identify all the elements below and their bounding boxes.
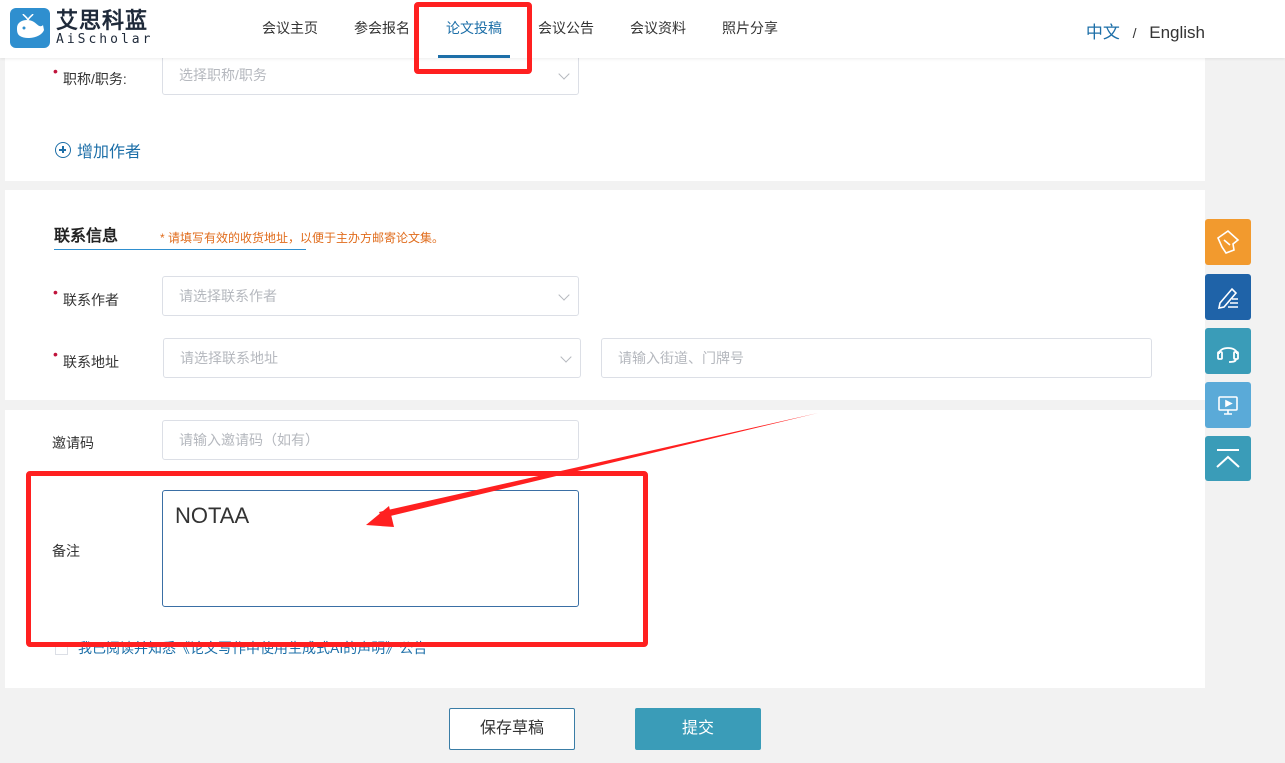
title-select[interactable]: 选择职称/职务 bbox=[162, 55, 579, 95]
contact-section-title: 联系信息 bbox=[54, 228, 119, 245]
contact-address-select[interactable]: 请选择联系地址 bbox=[163, 338, 581, 378]
contact-author-select[interactable]: 请选择联系作者 bbox=[162, 276, 579, 316]
section-underline bbox=[54, 249, 306, 250]
nav-materials[interactable]: 会议资料 bbox=[612, 0, 704, 58]
lang-separator: / bbox=[1132, 25, 1137, 41]
author-panel: 职称/职务: 选择职称/职务 增加作者 bbox=[5, 55, 1205, 181]
agreement-checkbox[interactable] bbox=[55, 641, 68, 655]
pen-icon[interactable] bbox=[1205, 274, 1251, 320]
add-author-button[interactable]: 增加作者 bbox=[55, 138, 141, 162]
whale-logo-icon bbox=[10, 8, 50, 48]
chevron-down-icon bbox=[558, 289, 570, 301]
other-info-panel: 邀请码 请输入邀请码（如有） 备注 我已阅读并知悉《论文写作中使用生成式AI的声… bbox=[5, 410, 1205, 688]
contact-author-placeholder: 请选择联系作者 bbox=[179, 288, 277, 304]
add-author-label: 增加作者 bbox=[77, 144, 142, 161]
street-input[interactable]: 请输入街道、门牌号 bbox=[601, 338, 1152, 378]
submit-button[interactable]: 提交 bbox=[635, 708, 761, 750]
invite-code-label: 邀请码 bbox=[52, 435, 94, 451]
back-to-top-icon[interactable] bbox=[1205, 436, 1251, 481]
contact-address-placeholder: 请选择联系地址 bbox=[180, 350, 278, 366]
title-select-placeholder: 选择职称/职务 bbox=[179, 67, 267, 83]
logo-cn-text: 艾思科蓝 bbox=[56, 8, 149, 33]
main-nav: 会议主页 参会报名 论文投稿 会议公告 会议资料 照片分享 bbox=[244, 0, 796, 58]
presentation-icon[interactable] bbox=[1205, 382, 1251, 428]
logo[interactable]: 艾思科蓝 AiScholar bbox=[10, 8, 153, 48]
plus-circle-icon bbox=[55, 142, 71, 158]
title-label: 职称/职务: bbox=[53, 63, 127, 89]
contact-address-label: 联系地址 bbox=[53, 346, 119, 372]
ticket-icon[interactable] bbox=[1205, 219, 1251, 265]
top-navbar: 艾思科蓝 AiScholar 会议主页 参会报名 论文投稿 会议公告 会议资料 … bbox=[0, 0, 1285, 58]
chevron-down-icon bbox=[560, 351, 572, 363]
nav-home[interactable]: 会议主页 bbox=[244, 0, 336, 58]
lang-en[interactable]: English bbox=[1149, 23, 1205, 42]
remark-textarea[interactable] bbox=[162, 490, 579, 607]
contact-panel: 联系信息 * 请填写有效的收货地址，以便于主办方邮寄论文集。 联系作者 请选择联… bbox=[5, 190, 1205, 400]
nav-photos[interactable]: 照片分享 bbox=[704, 0, 796, 58]
agreement-text[interactable]: 我已阅读并知悉《论文写作中使用生成式AI的声明》公告 bbox=[78, 638, 427, 658]
headset-icon[interactable] bbox=[1205, 328, 1251, 374]
nav-registration[interactable]: 参会报名 bbox=[336, 0, 428, 58]
nav-announcements[interactable]: 会议公告 bbox=[520, 0, 612, 58]
language-switch: 中文 / English bbox=[1086, 18, 1205, 43]
remark-label: 备注 bbox=[52, 543, 80, 559]
save-draft-button[interactable]: 保存草稿 bbox=[449, 708, 575, 750]
invite-code-placeholder: 请输入邀请码（如有） bbox=[179, 432, 319, 448]
contact-note: * 请填写有效的收货地址，以便于主办方邮寄论文集。 bbox=[160, 231, 445, 245]
logo-en-text: AiScholar bbox=[56, 32, 154, 47]
lang-zh[interactable]: 中文 bbox=[1086, 23, 1120, 42]
street-placeholder: 请输入街道、门牌号 bbox=[618, 350, 744, 366]
nav-paper-submission[interactable]: 论文投稿 bbox=[428, 0, 520, 58]
contact-author-label: 联系作者 bbox=[53, 284, 119, 310]
chevron-down-icon bbox=[558, 68, 570, 80]
invite-code-input[interactable]: 请输入邀请码（如有） bbox=[162, 420, 579, 460]
agreement-row[interactable]: 我已阅读并知悉《论文写作中使用生成式AI的声明》公告 bbox=[55, 638, 427, 658]
